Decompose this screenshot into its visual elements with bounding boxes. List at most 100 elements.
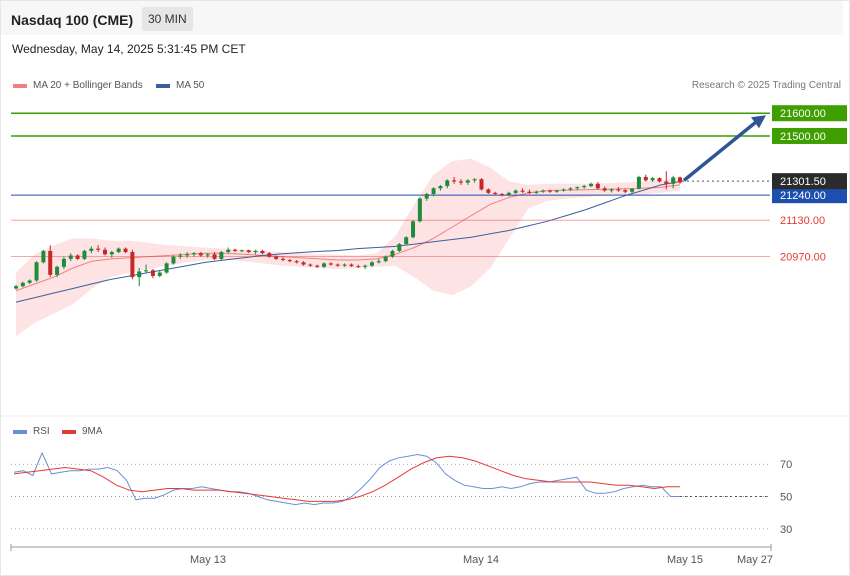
candle xyxy=(609,189,614,191)
candle xyxy=(534,191,539,193)
candle xyxy=(554,190,559,192)
candle xyxy=(376,261,381,263)
level-label-21600.00: 21600.00 xyxy=(780,108,826,120)
candle xyxy=(678,177,682,183)
candle xyxy=(191,253,196,255)
candle xyxy=(438,186,443,189)
candle xyxy=(363,265,368,267)
candle xyxy=(356,266,361,268)
candle xyxy=(246,250,251,253)
candle xyxy=(171,256,176,264)
candle xyxy=(595,183,600,189)
candle xyxy=(417,198,422,222)
candle xyxy=(383,256,388,262)
candle xyxy=(411,221,416,238)
candle xyxy=(96,248,101,250)
candle xyxy=(253,250,258,253)
candle xyxy=(116,248,121,253)
price-chart[interactable]: 21600.00 21500.00 21240.00 21130.00 20970.00… xyxy=(0,0,850,576)
candle xyxy=(369,262,374,266)
candle xyxy=(602,188,607,191)
candle xyxy=(68,255,73,259)
candle xyxy=(643,176,648,181)
candle xyxy=(335,264,340,266)
last-price-label: 21301.50 xyxy=(780,176,826,188)
candle xyxy=(198,253,203,256)
candle xyxy=(178,255,183,257)
candle xyxy=(472,179,477,181)
candle xyxy=(294,261,299,263)
candle xyxy=(185,254,190,256)
candle xyxy=(390,250,395,257)
candle xyxy=(164,263,169,273)
candle xyxy=(137,271,142,278)
candle xyxy=(301,262,306,265)
candle xyxy=(568,188,573,190)
candle xyxy=(89,248,94,251)
rsi-tick-50: 50 xyxy=(780,492,792,504)
candle xyxy=(657,178,662,182)
candle xyxy=(513,190,518,193)
candle xyxy=(582,186,587,188)
candle xyxy=(636,176,641,189)
candle xyxy=(55,266,60,275)
candle xyxy=(287,260,292,262)
candle xyxy=(34,262,39,281)
candle xyxy=(239,250,244,252)
candle xyxy=(157,272,162,276)
candle xyxy=(479,179,484,190)
candle xyxy=(144,270,149,272)
candle xyxy=(328,263,333,265)
candle xyxy=(486,189,491,193)
candle xyxy=(61,258,66,267)
candle xyxy=(616,189,621,191)
level-label-21240.00: 21240.00 xyxy=(780,190,826,202)
candle xyxy=(102,249,107,255)
candle xyxy=(130,252,135,278)
candle xyxy=(150,270,155,276)
level-label-20970.00: 20970.00 xyxy=(780,252,826,264)
candle xyxy=(233,249,238,251)
candle xyxy=(589,183,594,187)
rsi-tick-30: 30 xyxy=(780,524,792,536)
candle xyxy=(458,181,463,183)
candle xyxy=(493,192,498,195)
candle xyxy=(664,181,669,184)
x-tick-label: May 27 xyxy=(737,554,773,566)
candle xyxy=(671,177,676,184)
candle xyxy=(75,255,80,259)
candle xyxy=(219,252,224,259)
candle xyxy=(650,178,655,181)
level-label-21130.00: 21130.00 xyxy=(780,215,825,227)
candle xyxy=(547,190,552,192)
candle xyxy=(452,180,457,182)
candle xyxy=(445,180,450,187)
candle xyxy=(123,248,128,253)
candle xyxy=(205,254,210,256)
candle xyxy=(274,256,279,259)
candle xyxy=(520,190,525,192)
candle xyxy=(575,187,580,189)
candle xyxy=(623,190,628,192)
candle xyxy=(260,250,265,254)
candle xyxy=(500,194,505,196)
candle xyxy=(342,264,347,266)
candle xyxy=(226,249,231,253)
bollinger-band xyxy=(16,158,680,337)
candle xyxy=(212,254,217,259)
target-arrow xyxy=(682,119,759,182)
candle xyxy=(82,250,87,259)
candle xyxy=(41,250,46,263)
candle xyxy=(506,192,511,196)
x-tick-label: May 15 xyxy=(667,554,703,566)
candle xyxy=(280,258,285,261)
candle xyxy=(27,280,32,283)
candle xyxy=(527,191,532,193)
candle xyxy=(424,194,429,199)
candle xyxy=(322,263,327,267)
x-tick-label: May 13 xyxy=(190,554,226,566)
x-tick-label: May 14 xyxy=(463,554,499,566)
level-label-21500.00: 21500.00 xyxy=(780,131,826,143)
candle xyxy=(109,252,114,255)
candle xyxy=(561,189,566,191)
